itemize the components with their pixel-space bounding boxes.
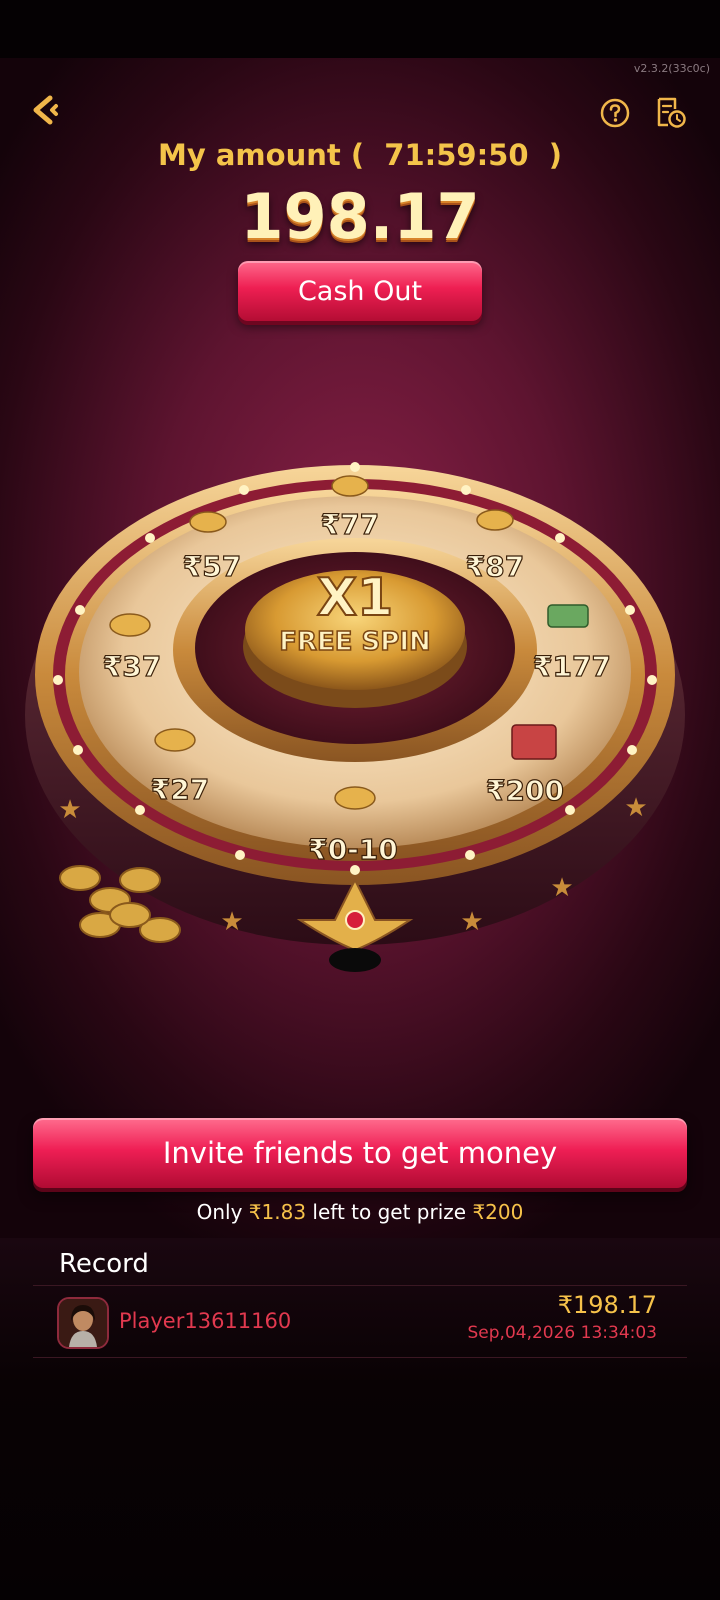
- record-amount: ₹198.17: [557, 1291, 657, 1319]
- prize-progress-text: Only ₹1.83 left to get prize ₹200: [0, 1200, 720, 1224]
- prize-label: ₹77: [321, 508, 379, 541]
- divider: [33, 1285, 687, 1286]
- version-label: v2.3.2(33c0c): [633, 62, 710, 75]
- record-panel: Record Player13611160 ₹198.17 Sep,04,202…: [33, 1237, 687, 1361]
- player-name: Player13611160: [119, 1309, 292, 1333]
- record-title: Record: [59, 1249, 149, 1279]
- prize-label: ₹177: [533, 650, 611, 683]
- avatar: [57, 1297, 109, 1349]
- history-icon: [657, 97, 686, 128]
- amount-label: My amount ( 71:59:50 ): [158, 138, 562, 172]
- svg-text:★: ★: [460, 907, 483, 937]
- help-button[interactable]: [598, 96, 632, 130]
- record-row: Player13611160 ₹198.17 Sep,04,2026 13:34…: [33, 1289, 687, 1359]
- prize-label: ₹37: [103, 650, 161, 683]
- prize-wheel: ★ ★ ★ ★ ★ X1 FREE SPIN ₹77 ₹87 ₹177 ₹200 ₹0…: [25, 462, 685, 972]
- back-button[interactable]: [26, 90, 66, 130]
- svg-text:★: ★: [624, 793, 647, 823]
- remaining-amount: ₹1.83: [248, 1200, 307, 1224]
- wheel-center-multiplier: X1: [317, 568, 393, 628]
- help-icon: [600, 98, 630, 128]
- cash-out-button[interactable]: Cash Out: [238, 261, 482, 321]
- divider: [33, 1357, 687, 1358]
- progress-middle: left to get prize: [306, 1200, 473, 1224]
- prize-label: ₹87: [466, 550, 524, 583]
- amount-value: 198.17: [240, 180, 480, 253]
- svg-text:★: ★: [550, 873, 573, 903]
- history-button[interactable]: [652, 94, 688, 130]
- back-arrow-icon: [33, 95, 58, 125]
- prize-label: ₹0-10: [308, 833, 398, 866]
- svg-text:★: ★: [220, 907, 243, 937]
- prize-label: ₹27: [151, 773, 209, 806]
- target-prize: ₹200: [472, 1200, 524, 1224]
- record-time: Sep,04,2026 13:34:03: [467, 1323, 658, 1343]
- svg-text:★: ★: [58, 795, 81, 825]
- prize-label: ₹200: [486, 774, 564, 807]
- wheel-center-label: FREE SPIN: [279, 627, 431, 657]
- invite-friends-button[interactable]: Invite friends to get money: [33, 1118, 687, 1188]
- prize-label: ₹57: [183, 550, 241, 583]
- status-bar-area: [0, 0, 720, 58]
- progress-prefix: Only: [196, 1200, 249, 1224]
